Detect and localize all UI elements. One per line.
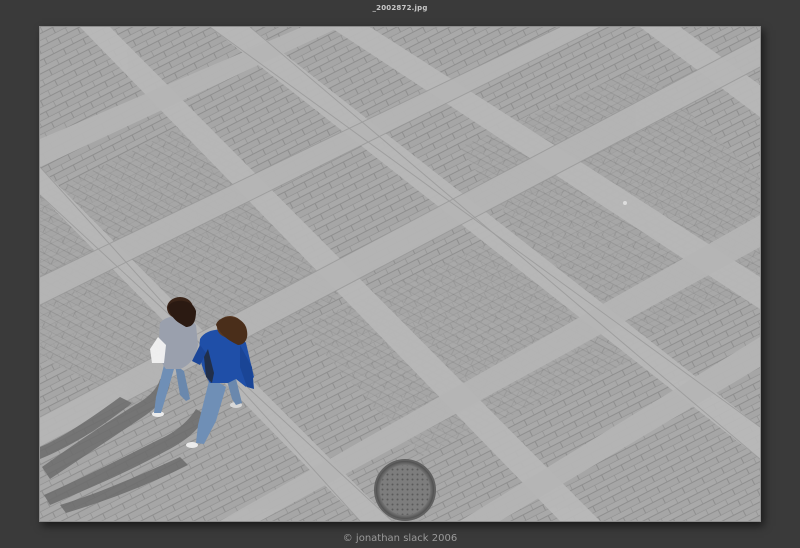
photo — [39, 26, 761, 522]
debris — [623, 201, 627, 205]
manhole-cover — [374, 459, 436, 521]
photo-credit: © jonathan slack 2006 — [342, 533, 458, 544]
window-title: _2002872.jpg — [372, 4, 428, 12]
